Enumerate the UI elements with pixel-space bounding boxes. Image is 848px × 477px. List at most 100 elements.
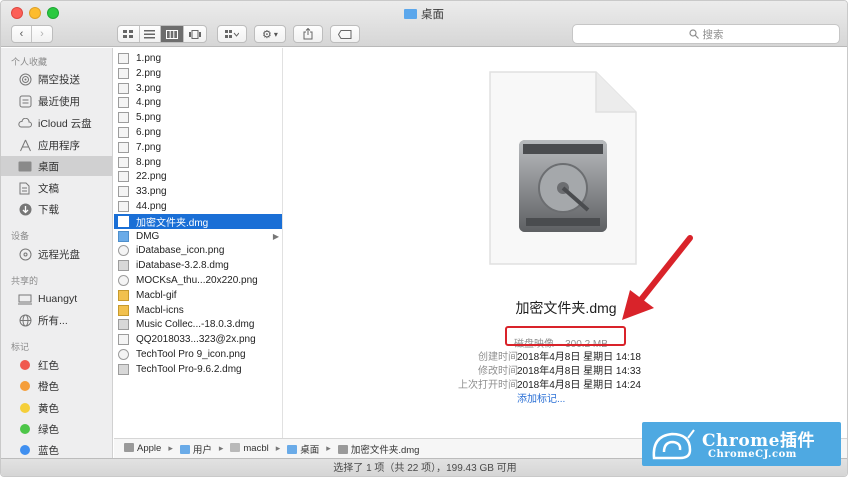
dmg-icon	[337, 444, 348, 454]
sidebar-item-airdrop[interactable]: 隔空投送	[1, 69, 112, 89]
red-tag-dot-icon	[20, 360, 30, 370]
chevron-down-icon: ▾	[273, 29, 278, 39]
sidebar-item-documents[interactable]: 文稿	[1, 178, 112, 198]
file-row[interactable]: MOCKsA_thu...20x220.png	[114, 273, 282, 288]
list-view-button[interactable]	[140, 26, 162, 42]
file-icon	[118, 201, 129, 212]
path-item-desktop[interactable]: 桌面	[287, 442, 319, 456]
file-name: 加密文件夹.dmg	[136, 217, 209, 229]
watermark-sub-text: ChromeCJ.com	[708, 449, 797, 460]
file-row[interactable]: TechTool Pro 9_icon.png	[114, 347, 282, 362]
annotation-red-box	[505, 326, 626, 346]
back-forward-control: ‹ ›	[11, 25, 53, 43]
path-item-apple[interactable]: Apple	[124, 443, 161, 454]
airdrop-icon	[18, 72, 32, 86]
file-row[interactable]: 加密文件夹.dmg	[114, 213, 282, 229]
gallery-view-button[interactable]	[184, 26, 206, 42]
file-icon	[118, 141, 129, 153]
file-name: Macbl-gif	[136, 289, 177, 301]
back-button[interactable]: ‹	[12, 26, 33, 42]
path-item-users[interactable]: 用户	[179, 442, 212, 456]
sidebar-item-desktop[interactable]: 桌面	[1, 156, 112, 176]
file-row[interactable]: 8.png	[114, 155, 282, 170]
cloud-icon	[18, 116, 32, 130]
sidebar-section-shared: 共享的	[11, 276, 39, 286]
file-name: Music Collec...-18.0.3.dmg	[136, 319, 255, 331]
file-row[interactable]: 3.png	[114, 81, 282, 96]
file-row[interactable]: 7.png	[114, 140, 282, 155]
file-name: TechTool Pro-9.6.2.dmg	[136, 363, 242, 375]
chromecj-watermark-logo: Chrome插件 ChromeCJ.com	[642, 422, 841, 466]
share-button[interactable]	[293, 25, 323, 43]
disk-image-file-icon	[118, 215, 129, 227]
downloads-icon	[18, 202, 32, 216]
file-name: iDatabase_icon.png	[136, 245, 225, 257]
meta-modified-label: 修改时间	[478, 366, 518, 377]
disk-image-file-icon	[118, 319, 129, 331]
preview-pane: 加密文件夹.dmg 磁盘映像 – 300.2 MB 创建时间 2018年4月8日…	[284, 48, 847, 438]
file-row[interactable]: iDatabase_icon.png	[114, 243, 282, 258]
column-view-button[interactable]	[161, 26, 184, 42]
disk-image-document-icon	[489, 71, 637, 265]
sidebar-item-tag-blue[interactable]: 蓝色	[1, 440, 112, 460]
file-row[interactable]: Macbl-gif	[114, 288, 282, 303]
desktop-icon	[18, 159, 32, 173]
tags-button[interactable]	[330, 25, 360, 43]
file-name: 22.png	[136, 171, 167, 183]
sidebar-item-huangyt[interactable]: Huangyt	[1, 289, 112, 309]
sidebar-item-remote-disc[interactable]: 远程光盘	[1, 244, 112, 264]
action-menu-button[interactable]: ⚙ ▾	[254, 25, 286, 43]
file-row[interactable]: 5.png	[114, 110, 282, 125]
file-row[interactable]: 1.png	[114, 51, 282, 66]
watermark-main-text: Chrome插件	[702, 431, 815, 451]
gear-icon: ⚙	[262, 28, 272, 41]
path-item-macbl[interactable]: macbl	[230, 443, 269, 454]
group-by-button[interactable]	[217, 25, 247, 43]
file-name: QQ2018033...323@2x.png	[136, 334, 256, 346]
file-row[interactable]: QQ2018033...323@2x.png	[114, 332, 282, 347]
sidebar-item-tag-orange[interactable]: 橙色	[1, 376, 112, 396]
file-row[interactable]: 44.png	[114, 199, 282, 214]
file-icon	[118, 127, 129, 138]
chevron-left-icon: ‹	[19, 28, 24, 40]
file-name: 4.png	[136, 97, 162, 109]
sidebar-item-all-shared[interactable]: 所有...	[1, 310, 112, 330]
file-name: 1.png	[136, 53, 162, 64]
path-item-file[interactable]: 加密文件夹.dmg	[337, 442, 419, 456]
file-name: TechTool Pro 9_icon.png	[136, 349, 246, 360]
sidebar-item-applications[interactable]: 应用程序	[1, 135, 112, 155]
window-title: 桌面	[1, 6, 847, 22]
sidebar-item-tag-red[interactable]: 红色	[1, 355, 112, 375]
file-row[interactable]: 4.png	[114, 95, 282, 110]
sidebar-section-tags: 标记	[11, 342, 30, 352]
file-row[interactable]: 2.png	[114, 66, 282, 81]
file-row[interactable]: DMG ▶	[114, 229, 282, 244]
sidebar-item-tag-green[interactable]: 绿色	[1, 419, 112, 439]
add-tags-link[interactable]: 添加标记...	[517, 390, 565, 405]
file-row[interactable]: Music Collec...-18.0.3.dmg	[114, 317, 282, 332]
file-icon	[118, 97, 129, 109]
file-icon	[118, 112, 129, 124]
disk-image-file-icon	[118, 363, 129, 375]
column-view-icon	[165, 29, 178, 39]
home-icon	[230, 443, 241, 452]
file-icon	[118, 304, 129, 316]
file-row[interactable]: iDatabase-3.2.8.dmg	[114, 258, 282, 273]
share-icon	[303, 28, 313, 40]
file-row[interactable]: TechTool Pro-9.6.2.dmg	[114, 362, 282, 377]
sidebar-item-icloud[interactable]: iCloud 云盘	[1, 113, 112, 133]
file-row[interactable]: 33.png	[114, 184, 282, 199]
sidebar-item-recents[interactable]: 最近使用	[1, 91, 112, 111]
meta-created-label: 创建时间	[478, 352, 518, 363]
file-row[interactable]: 6.png	[114, 125, 282, 140]
forward-button[interactable]: ›	[32, 26, 52, 42]
sidebar-item-tag-yellow[interactable]: 黄色	[1, 398, 112, 418]
file-name: 33.png	[136, 186, 167, 198]
file-name: 5.png	[136, 112, 162, 124]
file-row[interactable]: 22.png	[114, 169, 282, 184]
search-field[interactable]: 搜索	[572, 24, 840, 44]
file-row[interactable]: Macbl-icns	[114, 303, 282, 318]
icon-view-button[interactable]	[118, 26, 140, 42]
sidebar: 个人收藏 隔空投送 最近使用 iCloud 云盘 应用程序 桌面 文稿 下载 设…	[1, 48, 113, 458]
sidebar-item-downloads[interactable]: 下载	[1, 199, 112, 219]
